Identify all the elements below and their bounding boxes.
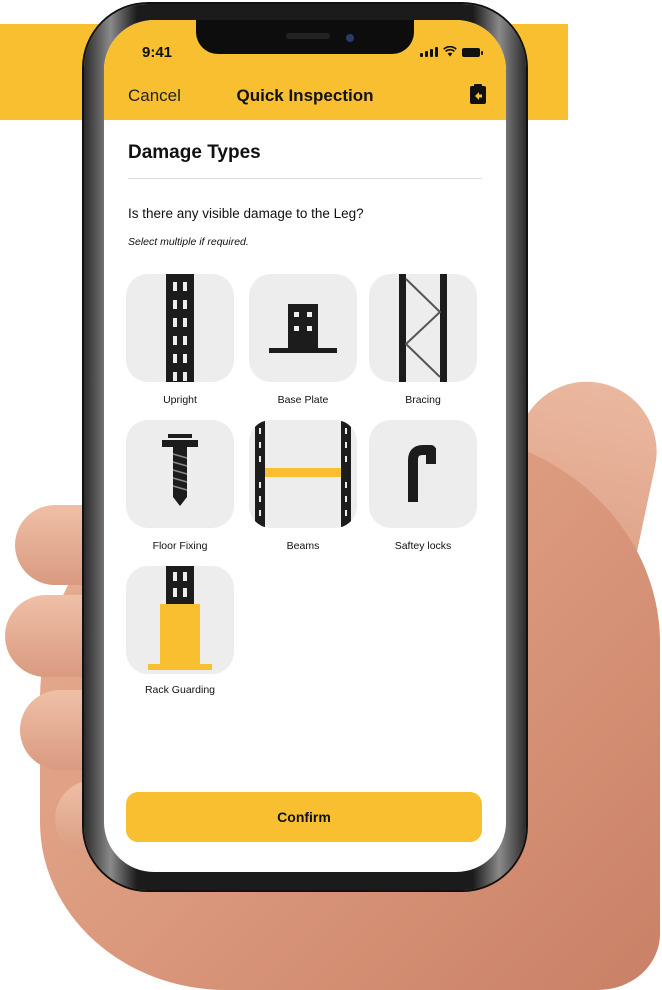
hint-text: Select multiple if required. (128, 236, 249, 248)
section-title: Damage Types (128, 142, 261, 163)
option-label: Bracing (405, 394, 441, 406)
phone-screen: 9:41 Cancel Quick Inspection Damage Type… (104, 20, 506, 872)
signal-icon (420, 47, 438, 57)
upright-icon (166, 274, 194, 382)
divider (128, 178, 482, 179)
beams-icon (255, 420, 351, 528)
status-time: 9:41 (142, 44, 173, 61)
notch (196, 20, 414, 54)
option-label: Rack Guarding (144, 684, 216, 696)
wifi-icon (443, 46, 457, 57)
option-rack-guarding[interactable] (126, 566, 234, 674)
question-text: Is there any visible damage to the Leg? (128, 206, 364, 221)
confirm-button[interactable]: Confirm (126, 792, 482, 842)
option-floor-fixing[interactable] (126, 420, 234, 528)
base-plate-icon (269, 304, 337, 353)
speaker (286, 33, 330, 39)
bracing-icon (399, 274, 447, 382)
clipboard-icon[interactable] (470, 84, 486, 104)
option-bracing[interactable] (369, 274, 477, 382)
safety-lock-icon (408, 445, 436, 502)
floor-fixing-icon (162, 434, 198, 506)
status-icons (420, 46, 483, 57)
rack-guarding-icon (148, 566, 212, 670)
option-base-plate[interactable] (249, 274, 357, 382)
battery-icon (462, 48, 483, 57)
option-label: Saftey locks (394, 540, 452, 552)
option-safety-locks[interactable] (369, 420, 477, 528)
option-label: Upright (163, 394, 197, 406)
option-label: Base Plate (277, 394, 329, 406)
option-upright[interactable] (126, 274, 234, 382)
option-label: Beams (286, 540, 320, 552)
page-title: Quick Inspection (236, 86, 374, 105)
camera (346, 34, 354, 42)
option-beams[interactable] (249, 420, 357, 528)
option-label: Floor Fixing (152, 540, 208, 552)
